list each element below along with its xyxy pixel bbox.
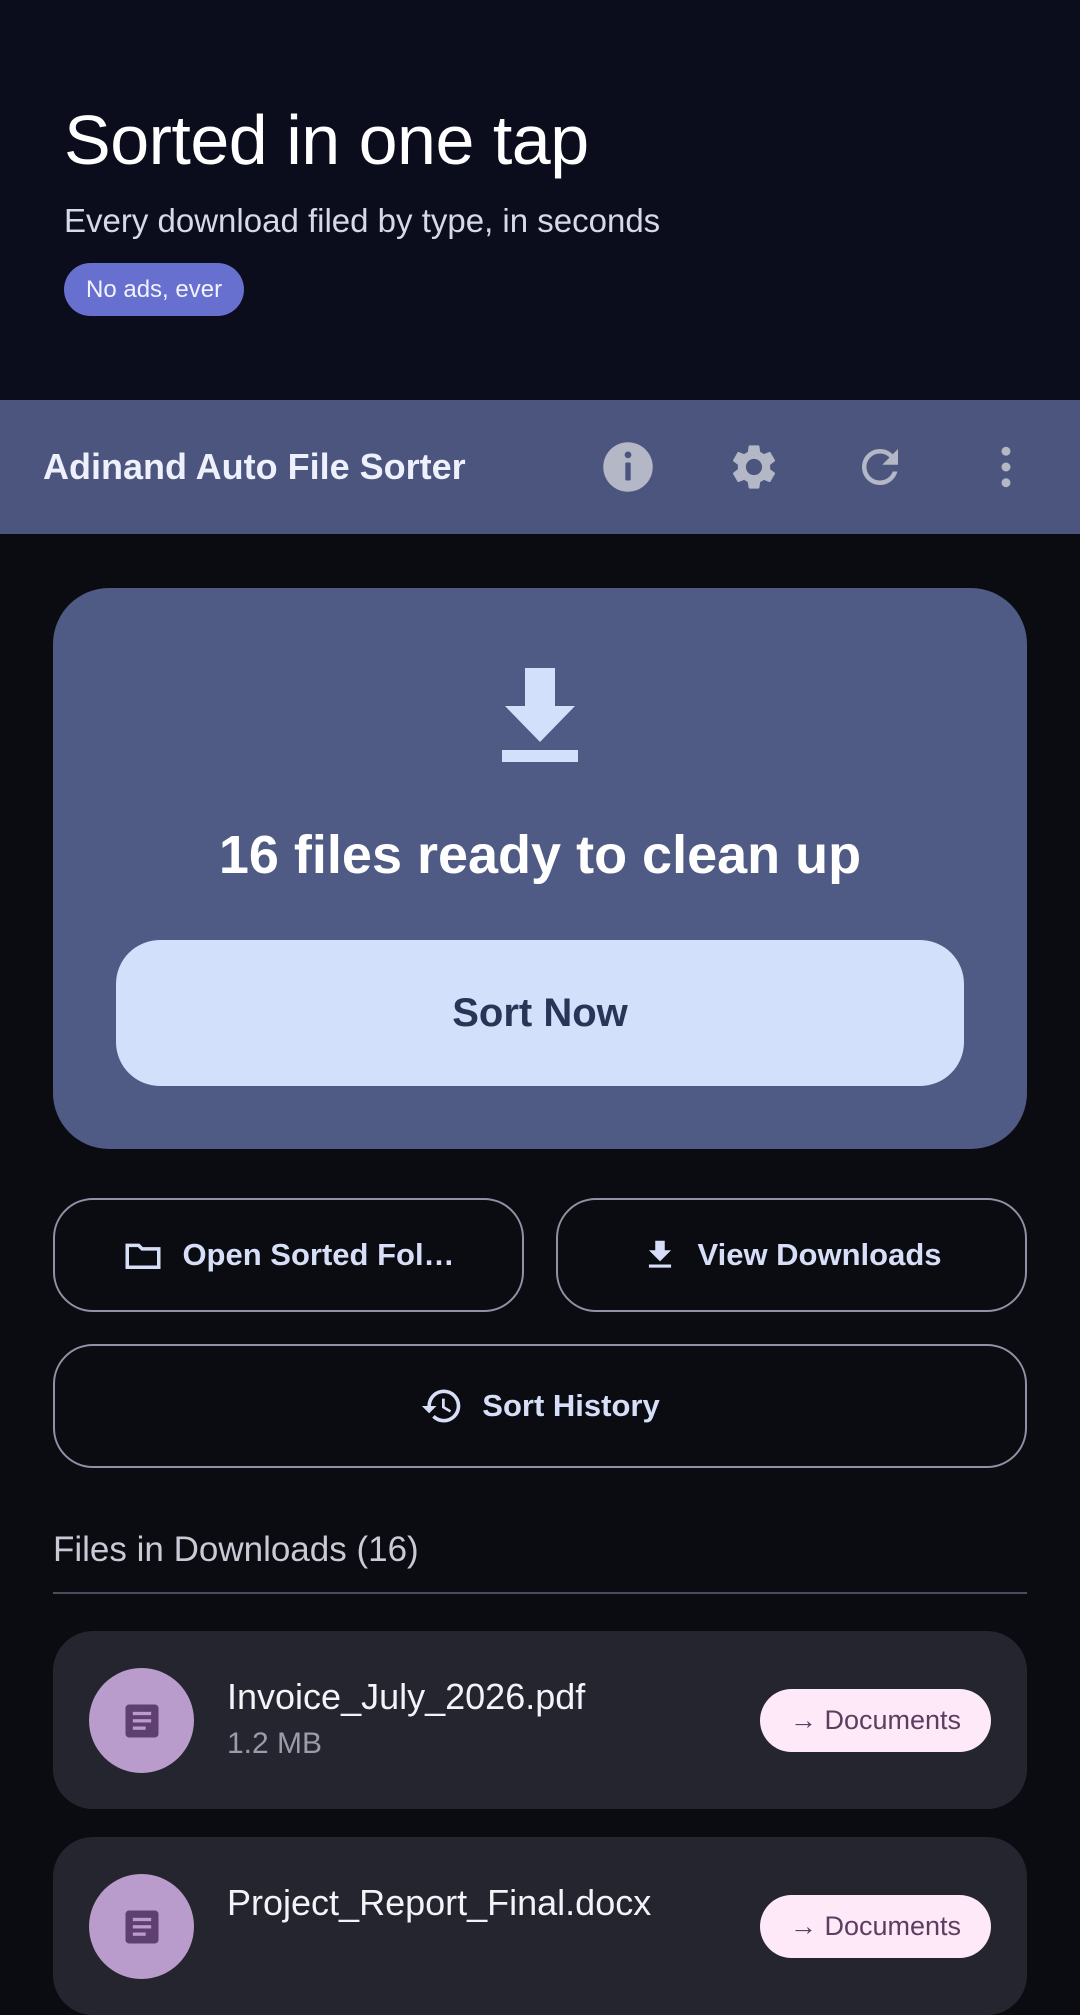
sort-history-label: Sort History	[482, 1388, 660, 1423]
download-icon	[500, 664, 580, 764]
file-list-item[interactable]: Invoice_July_2026.pdf 1.2 MB → Documents	[53, 1631, 1027, 1809]
gear-icon[interactable]	[724, 437, 784, 497]
more-vert-icon[interactable]	[976, 437, 1036, 497]
document-icon	[89, 1668, 194, 1773]
file-list-item[interactable]: Project_Report_Final.docx → Documents	[53, 1837, 1027, 2015]
refresh-icon[interactable]	[850, 437, 910, 497]
document-icon	[89, 1874, 194, 1979]
history-icon	[422, 1389, 461, 1423]
summary-card: 16 files ready to clean up Sort Now	[53, 588, 1027, 1149]
info-icon[interactable]	[598, 437, 658, 497]
promo-subtitle: Every download filed by type, in seconds	[64, 202, 661, 239]
destination-tag[interactable]: → Documents	[759, 1689, 991, 1752]
sort-now-button[interactable]: Sort Now	[116, 940, 964, 1086]
no-ads-badge: No ads, ever	[64, 263, 245, 316]
file-name: Project_Report_Final.docx	[227, 1882, 652, 1923]
download-icon	[649, 1240, 672, 1268]
folder-icon	[125, 1243, 161, 1269]
files-section-title: Files in Downloads (16)	[53, 1530, 419, 1569]
file-size: 1.2 MB	[227, 1727, 323, 1760]
view-downloads-label: View Downloads	[697, 1237, 942, 1272]
app-bar: Adinand Auto File Sorter	[0, 400, 1080, 534]
open-sorted-folder-label: Open Sorted Fol…	[182, 1237, 455, 1272]
section-divider	[53, 1592, 1027, 1594]
promo-banner: Sorted in one tap Every download filed b…	[0, 0, 1080, 400]
destination-tag[interactable]: → Documents	[759, 1895, 991, 1958]
app-title: Adinand Auto File Sorter	[43, 446, 466, 487]
files-ready-title: 16 files ready to clean up	[218, 825, 862, 885]
open-sorted-folder-button[interactable]: Open Sorted Fol…	[53, 1198, 524, 1312]
view-downloads-button[interactable]: View Downloads	[556, 1198, 1027, 1312]
sort-history-button[interactable]: Sort History	[53, 1344, 1027, 1468]
file-name: Invoice_July_2026.pdf	[227, 1676, 586, 1717]
promo-title: Sorted in one tap	[64, 101, 589, 179]
